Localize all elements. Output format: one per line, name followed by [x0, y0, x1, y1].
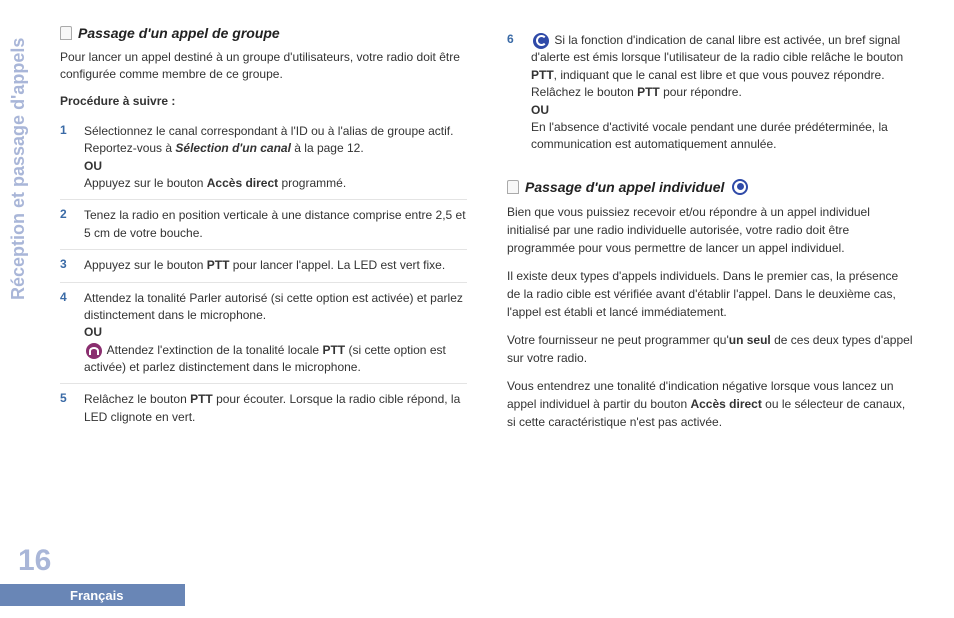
step-number: 1: [60, 123, 74, 193]
button-name: PTT: [531, 68, 554, 82]
page-icon: [60, 26, 72, 40]
paragraph: Vous entendrez une tonalité d'indication…: [507, 377, 914, 431]
xref: Sélection d'un canal: [175, 141, 291, 155]
text: programmé.: [278, 176, 346, 190]
procedure-steps: 1 Sélectionnez le canal correspondant à …: [60, 116, 467, 433]
paragraph: Il existe deux types d'appels individuel…: [507, 267, 914, 321]
step-body: Attendez la tonalité Parler autorisé (si…: [84, 290, 467, 377]
step-1: 1 Sélectionnez le canal correspondant à …: [60, 116, 467, 201]
heading-text: Passage d'un appel de groupe: [78, 25, 280, 41]
text: Appuyez sur le bouton: [84, 176, 207, 190]
page-icon: [507, 180, 519, 194]
step-number: 6: [507, 32, 521, 154]
intro-paragraph: Pour lancer un appel destiné à un groupe…: [60, 49, 467, 84]
procedure-label: Procédure à suivre :: [60, 94, 467, 108]
paragraph: Votre fournisseur ne peut programmer qu'…: [507, 331, 914, 367]
step-number: 2: [60, 207, 74, 242]
heading-individual-call: Passage d'un appel individuel: [507, 179, 914, 195]
or-label: OU: [531, 102, 914, 119]
heading-text: Passage d'un appel individuel: [525, 179, 724, 195]
text: Appuyez sur le bouton: [84, 258, 207, 272]
text: à la page 12.: [291, 141, 364, 155]
step-body: Appuyez sur le bouton PTT pour lancer l'…: [84, 257, 467, 274]
talk-permit-icon: [86, 343, 102, 359]
emphasis: un seul: [729, 333, 771, 347]
button-name: Accès direct: [690, 397, 761, 411]
step-number: 5: [60, 391, 74, 426]
text: Si la fonction d'indication de canal lib…: [531, 33, 903, 64]
text: Relâchez le bouton: [84, 392, 190, 406]
procedure-steps-cont: 6 Si la fonction d'indication de canal l…: [507, 25, 914, 161]
paragraph: Bien que vous puissiez recevoir et/ou ré…: [507, 203, 914, 257]
step-body: Si la fonction d'indication de canal lib…: [531, 32, 914, 154]
text: Attendez la tonalité Parler autorisé (si…: [84, 291, 463, 322]
page-body: Passage d'un appel de groupe Pour lancer…: [0, 0, 954, 540]
step-4: 4 Attendez la tonalité Parler autorisé (…: [60, 283, 467, 385]
step-2: 2 Tenez la radio en position verticale à…: [60, 200, 467, 250]
button-name: Accès direct: [207, 176, 278, 190]
step-5: 5 Relâchez le bouton PTT pour écouter. L…: [60, 384, 467, 433]
text: Votre fournisseur ne peut programmer qu': [507, 333, 729, 347]
step-6: 6 Si la fonction d'indication de canal l…: [507, 25, 914, 161]
button-name: PTT: [207, 258, 230, 272]
step-3: 3 Appuyez sur le bouton PTT pour lancer …: [60, 250, 467, 282]
left-column: Passage d'un appel de groupe Pour lancer…: [60, 25, 467, 520]
step-body: Tenez la radio en position verticale à u…: [84, 207, 467, 242]
step-body: Sélectionnez le canal correspondant à l'…: [84, 123, 467, 193]
text: pour lancer l'appel. La LED est vert fix…: [229, 258, 445, 272]
step-number: 4: [60, 290, 74, 377]
text: En l'absence d'activité vocale pendant u…: [531, 120, 888, 151]
individual-call-icon: [732, 179, 748, 195]
text: Attendez l'extinction de la tonalité loc…: [104, 343, 322, 357]
or-label: OU: [84, 158, 467, 175]
button-name: PTT: [322, 343, 345, 357]
button-name: PTT: [637, 85, 660, 99]
step-body: Relâchez le bouton PTT pour écouter. Lor…: [84, 391, 467, 426]
button-name: PTT: [190, 392, 213, 406]
page-number: 16: [18, 544, 51, 578]
heading-group-call: Passage d'un appel de groupe: [60, 25, 467, 41]
channel-free-icon: [533, 33, 549, 49]
text: pour répondre.: [660, 85, 742, 99]
step-number: 3: [60, 257, 74, 274]
or-label: OU: [84, 324, 467, 341]
right-column: 6 Si la fonction d'indication de canal l…: [507, 25, 914, 520]
language-bar: Français: [0, 584, 185, 606]
vertical-section-label: Réception et passage d'appels: [8, 38, 29, 300]
